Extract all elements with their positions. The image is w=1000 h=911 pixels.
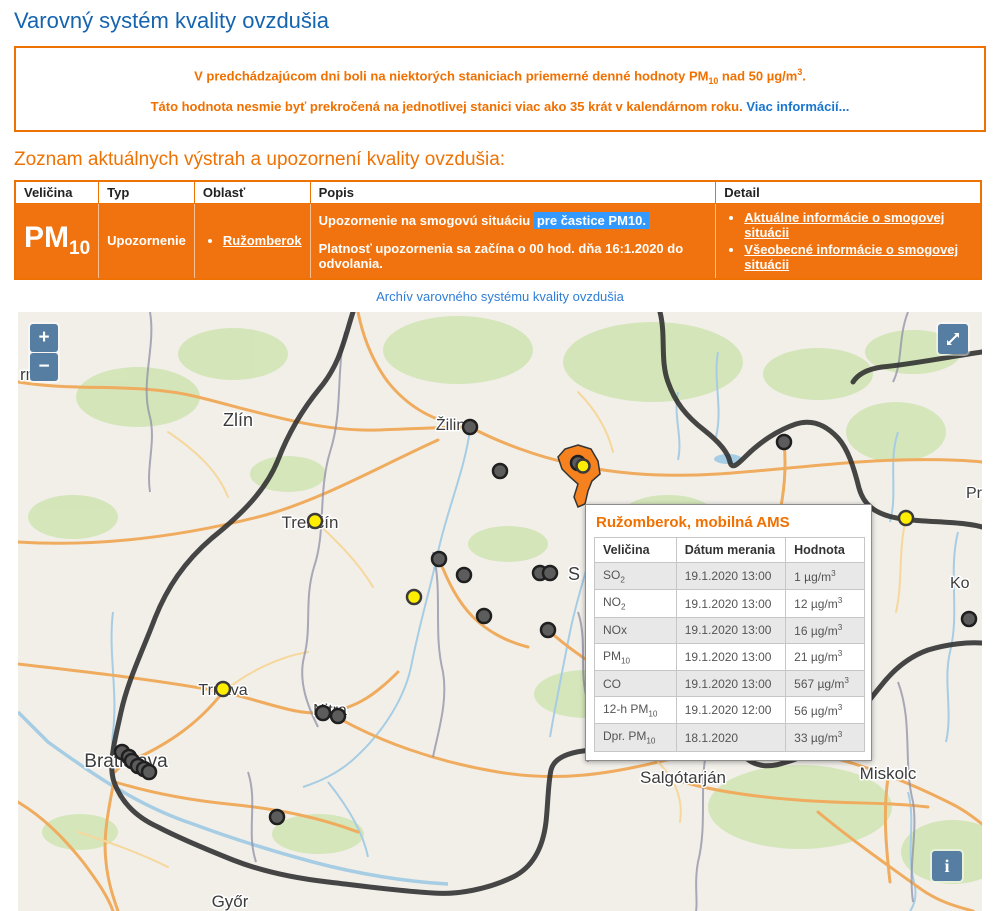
map-city-label: Pre [966,485,982,502]
station-marker-dark[interactable] [432,552,446,566]
archive-link[interactable]: Archív varovného systému kvality ovzduši… [0,289,1000,304]
alert-quantity-cell: PM10 [15,203,99,279]
popup-date: 19.1.2020 12:00 [676,697,785,724]
popup-quantity: PM10 [595,643,677,670]
station-marker-dark[interactable] [142,765,156,779]
air-quality-map[interactable]: rnoZlínŽilinaTrenčínTrnavaNitraBratislav… [18,312,982,911]
alert-description-line2: Platnosť upozornenia sa začína o 00 hod.… [319,241,708,271]
area-link-ruzomberok[interactable]: Ružomberok [223,233,302,248]
station-marker-yellow[interactable] [899,511,913,525]
popup-row: PM1019.1.2020 13:0021 µg/m3 [595,643,865,670]
col-header-typ: Typ [99,181,195,204]
popup-row: NO219.1.2020 13:0012 µg/m3 [595,590,865,617]
popup-quantity: CO [595,671,677,697]
alert-description-highlight: pre častice PM10. [534,212,649,229]
alert-type-cell: Upozornenie [99,203,195,279]
station-marker-dark[interactable] [316,706,330,720]
station-marker-dark[interactable] [457,568,471,582]
popup-value: 21 µg/m3 [786,643,865,670]
alert-description-line1: Upozornenie na smogovú situáciu pre čast… [319,213,708,228]
station-marker-dark[interactable] [777,435,791,449]
popup-value: 567 µg/m3 [786,671,865,697]
alert-detail-cell: Aktuálne informácie o smogovej situácii … [716,203,981,279]
popup-date: 19.1.2020 13:00 [676,643,785,670]
alerts-table-header-row: Veličina Typ Oblasť Popis Detail [15,181,981,204]
popup-quantity: SO2 [595,562,677,589]
station-marker-dark[interactable] [477,609,491,623]
popup-row: NOx19.1.2020 13:0016 µg/m3 [595,617,865,643]
detail-link-general-info[interactable]: Všeobecné informácie o smogovej situácii [744,242,958,272]
map-city-label: Zlín [223,410,253,430]
popup-date: 19.1.2020 13:00 [676,617,785,643]
col-header-velicina: Veličina [15,181,99,204]
zoom-controls: + − [28,322,60,383]
popup-date: 18.1.2020 [676,724,785,751]
fullscreen-button[interactable] [938,324,968,354]
station-marker-dark[interactable] [270,810,284,824]
alert-area-cell: Ružomberok [194,203,310,279]
station-marker-dark[interactable] [543,566,557,580]
popup-col-datum: Dátum merania [676,537,785,562]
map-city-label: S [568,564,580,584]
popup-col-hodnota: Hodnota [786,537,865,562]
popup-table-body: SO219.1.2020 13:001 µg/m3NO219.1.2020 13… [595,562,865,751]
alerts-section-heading: Zoznam aktuálnych výstrah a upozornení k… [14,149,1000,171]
map-city-label: Salgótarján [640,768,726,787]
zoom-in-button[interactable]: + [30,324,58,352]
alert-row: PM10 Upozornenie Ružomberok Upozornenie … [15,203,981,279]
warning-line-1: V predchádzajúcom dni boli na niektorých… [26,59,974,94]
popup-quantity: Dpr. PM10 [595,724,677,751]
info-button[interactable]: i [932,851,962,881]
map-city-label: Miskolc [860,764,917,783]
more-info-link[interactable]: Viac informácií... [746,99,849,114]
popup-date: 19.1.2020 13:00 [676,671,785,697]
popup-value: 1 µg/m3 [786,562,865,589]
station-marker-yellow[interactable] [216,682,230,696]
map-city-label: Győr [212,892,249,911]
station-marker-yellow[interactable] [577,459,590,472]
col-header-oblast: Oblasť [194,181,310,204]
alert-quantity: PM10 [24,221,90,254]
fullscreen-control [936,322,970,356]
alerts-table: Veličina Typ Oblasť Popis Detail PM10 Up… [14,180,982,280]
popup-value: 33 µg/m3 [786,724,865,751]
map-city-label: Ko [950,575,970,592]
station-marker-dark[interactable] [541,623,555,637]
fullscreen-arrow-icon [945,331,961,347]
popup-title: Ružomberok, mobilná AMS [586,505,871,537]
alert-description-cell: Upozornenie na smogovú situáciu pre čast… [310,203,716,279]
warning-banner: V predchádzajúcom dni boli na niektorých… [14,46,986,132]
station-marker-yellow[interactable] [407,590,421,604]
station-marker-dark[interactable] [463,420,477,434]
popup-quantity: NO2 [595,590,677,617]
popup-value: 12 µg/m3 [786,590,865,617]
popup-table: Veličina Dátum merania Hodnota SO219.1.2… [594,537,865,752]
popup-quantity: NOx [595,617,677,643]
popup-col-velicina: Veličina [595,537,677,562]
station-marker-yellow[interactable] [308,514,322,528]
popup-header-row: Veličina Dátum merania Hodnota [595,537,865,562]
page-title: Varovný systém kvality ovzdušia [14,8,1000,34]
station-popup: Ružomberok, mobilná AMS Veličina Dátum m… [585,504,872,761]
popup-value: 56 µg/m3 [786,697,865,724]
station-marker-dark[interactable] [331,709,345,723]
detail-link-current-info[interactable]: Aktuálne informácie o smogovej situácii [744,210,944,240]
station-marker-dark[interactable] [962,612,976,626]
info-control: i [930,849,964,883]
popup-quantity: 12-h PM10 [595,697,677,724]
popup-row: SO219.1.2020 13:001 µg/m3 [595,562,865,589]
popup-row: CO19.1.2020 13:00567 µg/m3 [595,671,865,697]
popup-row: Dpr. PM1018.1.202033 µg/m3 [595,724,865,751]
popup-date: 19.1.2020 13:00 [676,590,785,617]
station-marker-dark[interactable] [493,464,507,478]
warning-line-2: Táto hodnota nesmie byť prekročená na je… [26,94,974,120]
popup-date: 19.1.2020 13:00 [676,562,785,589]
zoom-out-button[interactable]: − [30,353,58,381]
col-header-popis: Popis [310,181,716,204]
col-header-detail: Detail [716,181,981,204]
popup-value: 16 µg/m3 [786,617,865,643]
popup-row: 12-h PM1019.1.2020 12:0056 µg/m3 [595,697,865,724]
